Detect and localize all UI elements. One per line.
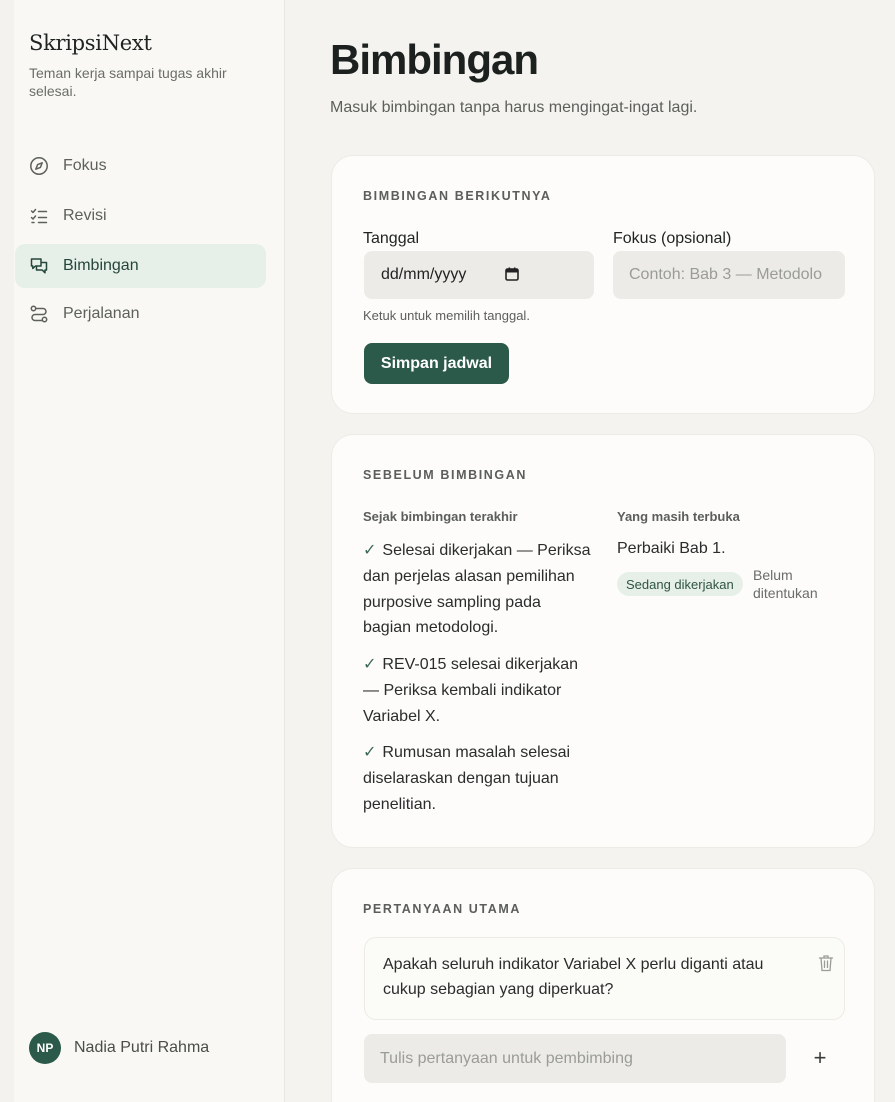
- sidebar-edge: [0, 0, 14, 1102]
- focus-label: Fokus (opsional): [613, 230, 732, 247]
- sidebar-item-fokus[interactable]: Fokus: [15, 144, 266, 188]
- due-date-text: Belum ditentukan: [753, 567, 818, 601]
- section-label: SEBELUM BIMBINGAN: [363, 468, 528, 482]
- done-item-text: Rumusan masalah selesai diselaraskan den…: [363, 744, 571, 813]
- done-item-text: REV-015 selesai dikerjakan — Periksa kem…: [363, 656, 579, 725]
- avatar: NP: [29, 1032, 61, 1064]
- sidebar-item-revisi[interactable]: Revisi: [15, 194, 266, 238]
- list-item: ✓ REV-015 selesai dikerjakan — Periksa ke…: [363, 652, 593, 729]
- page-title: Bimbingan: [330, 36, 539, 83]
- sidebar-item-label: Fokus: [63, 157, 107, 174]
- question-input[interactable]: Tulis pertanyaan untuk pembimbing: [364, 1034, 786, 1083]
- date-label: Tanggal: [363, 230, 420, 247]
- next-session-card: BIMBINGAN BERIKUTNYA Tanggal dd/mm/yyyy …: [331, 155, 875, 414]
- brand-name[interactable]: SkripsiNext: [29, 31, 152, 55]
- done-item-text: Selesai dikerjakan — Periksa dan perjela…: [363, 542, 591, 637]
- question-placeholder: Tulis pertanyaan untuk pembimbing: [380, 1049, 633, 1067]
- add-question-button[interactable]: +: [810, 1045, 830, 1071]
- date-value: dd/mm/yyyy: [381, 266, 467, 283]
- check-icon: ✓: [363, 744, 377, 761]
- user-name: Nadia Putri Rahma: [74, 1039, 210, 1056]
- sidebar-item-label: Revisi: [63, 207, 107, 224]
- focus-placeholder: Contoh: Bab 3 — Metodolo: [629, 266, 823, 283]
- section-label: PERTANYAAN UTAMA: [363, 902, 522, 916]
- focus-input[interactable]: Contoh: Bab 3 — Metodolo: [613, 251, 845, 299]
- route-icon: [29, 304, 49, 324]
- check-icon: ✓: [363, 542, 377, 559]
- user-profile[interactable]: NP Nadia Putri Rahma: [29, 1032, 209, 1064]
- save-schedule-button[interactable]: Simpan jadwal: [364, 343, 509, 384]
- chat-bubbles-icon: [29, 256, 49, 276]
- calendar-icon[interactable]: [505, 267, 519, 281]
- sidebar-item-label: Bimbingan: [63, 257, 139, 274]
- brand-tagline: Teman kerja sampai tugas akhir selesai.: [29, 65, 227, 99]
- page-subtitle: Masuk bimbingan tanpa harus mengingat-in…: [330, 99, 698, 116]
- trash-icon[interactable]: [818, 954, 834, 972]
- sidebar-item-perjalanan[interactable]: Perjalanan: [15, 292, 266, 336]
- list-item: ✓ Selesai dikerjakan — Periksa dan perjel…: [363, 538, 593, 641]
- main-questions-card: PERTANYAAN UTAMA Apakah seluruh indikato…: [331, 868, 875, 1102]
- check-icon: ✓: [363, 656, 377, 673]
- section-label: BIMBINGAN BERIKUTNYA: [363, 189, 552, 203]
- since-last-heading: Sejak bimbingan terakhir: [363, 509, 518, 524]
- before-session-card: SEBELUM BIMBINGAN Sejak bimbingan terakh…: [331, 434, 875, 848]
- open-items-heading: Yang masih terbuka: [617, 509, 740, 524]
- status-badge: Sedang dikerjakan: [617, 572, 743, 596]
- date-field[interactable]: dd/mm/yyyy: [364, 251, 594, 299]
- compass-icon: [29, 156, 49, 176]
- sidebar: SkripsiNext Teman kerja sampai tugas akh…: [0, 0, 285, 1102]
- sidebar-item-label: Perjalanan: [63, 305, 140, 322]
- date-hint: Ketuk untuk memilih tanggal.: [363, 308, 530, 323]
- question-item[interactable]: Apakah seluruh indikator Variabel X perl…: [364, 937, 845, 1020]
- sidebar-item-bimbingan[interactable]: Bimbingan: [15, 244, 266, 288]
- question-text: Apakah seluruh indikator Variabel X perl…: [383, 956, 764, 998]
- checklist-icon: [29, 206, 49, 226]
- list-item: ✓ Rumusan masalah selesai diselaraskan de…: [363, 740, 593, 817]
- open-item-title[interactable]: Perbaiki Bab 1.: [617, 540, 726, 558]
